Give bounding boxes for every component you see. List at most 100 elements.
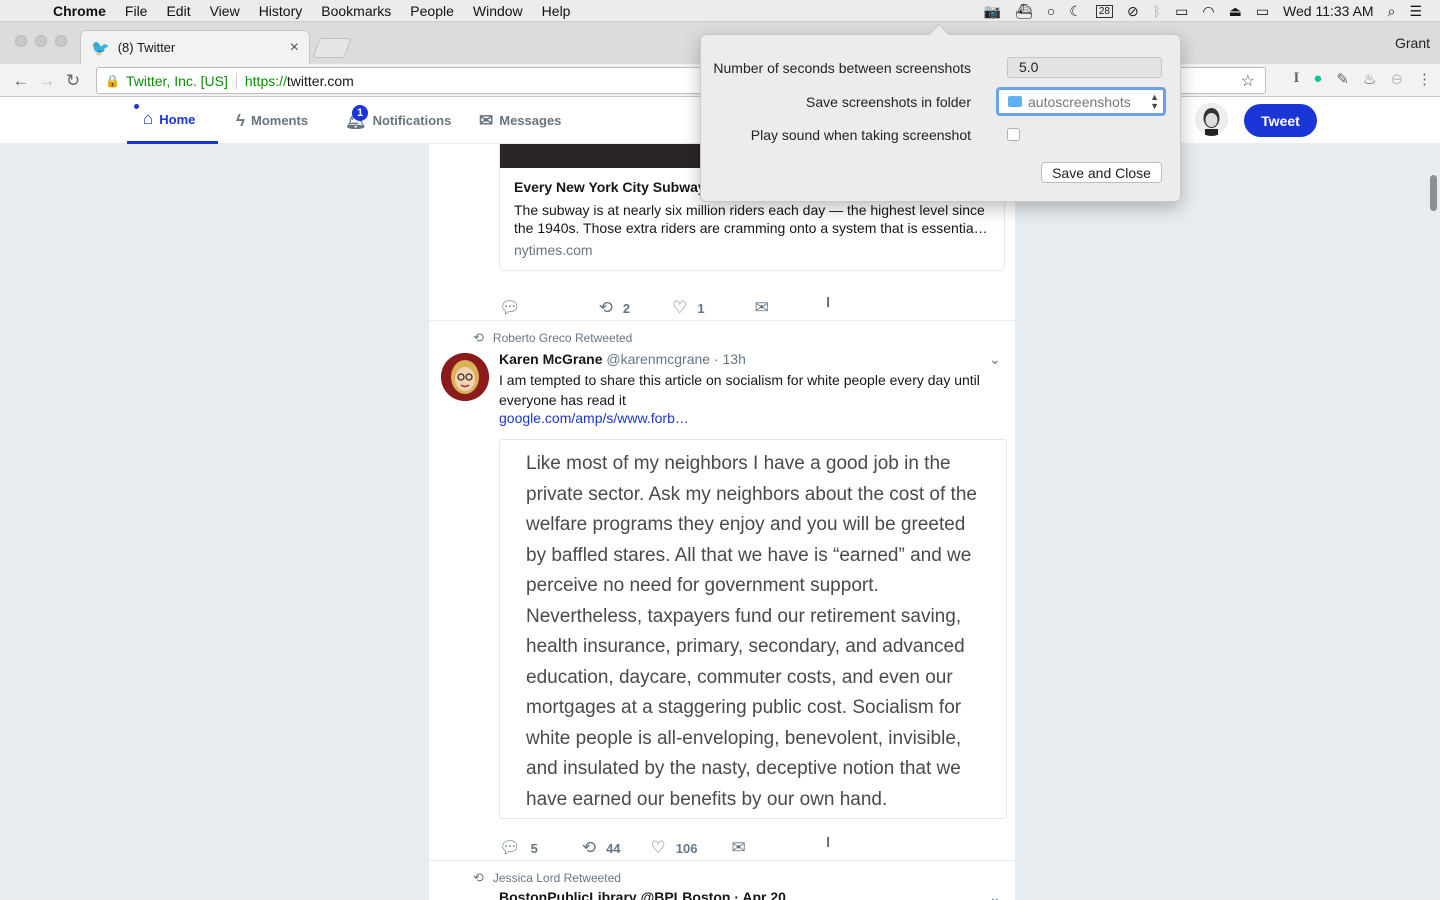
reload-icon[interactable]: ↻ (60, 71, 86, 91)
folder-value: autoscreenshots (1028, 93, 1131, 110)
quote-image[interactable]: Like most of my neighbors I have a good … (499, 439, 1007, 819)
chrome-menu-icon[interactable]: ⋮ (1417, 70, 1432, 88)
seconds-input[interactable]: 5.0 (1007, 57, 1162, 78)
reply-icon: 💬︎ (499, 298, 521, 317)
author-name[interactable]: Karen McGrane (499, 351, 602, 367)
site-identity[interactable]: Twitter, Inc. [US] (126, 72, 237, 89)
retweeted-by[interactable]: Roberto Greco Retweeted (493, 331, 632, 345)
dm-button[interactable]: ✉ (755, 298, 779, 318)
bookmark-star-icon[interactable]: ☆ (1241, 71, 1255, 91)
forward-arrow-icon[interactable]: → (34, 71, 60, 91)
wifi-icon[interactable]: ◠ (1202, 3, 1214, 20)
browser-tab-twitter[interactable]: 🐦 (8) Twitter × (80, 30, 310, 64)
retweet-button[interactable]: ⟲ 2 (599, 298, 630, 318)
clock-text[interactable]: Wed 11:33 AM (1283, 3, 1374, 19)
nav-notifications-tab[interactable]: 1 🔔︎ Notifications (345, 97, 451, 144)
menu-window[interactable]: Window (473, 3, 523, 19)
notification-center-icon[interactable]: ☰ (1409, 3, 1422, 20)
new-tab-button[interactable] (312, 38, 352, 58)
folder-select[interactable]: autoscreenshots ▲ ▼ (996, 87, 1166, 116)
nav-home-tab[interactable]: ⌂ Home (127, 97, 218, 144)
retweet-button[interactable]: ⟲ 44 (582, 838, 621, 858)
sound-checkbox[interactable] (1007, 128, 1020, 141)
chevron-down-icon[interactable]: ⌄ (989, 351, 1001, 368)
docker-icon[interactable]: ⛴ (1015, 3, 1033, 20)
tweet-time[interactable]: · 13h (714, 351, 746, 367)
moon-icon[interactable]: ☾ (1069, 3, 1082, 20)
menu-edit[interactable]: Edit (166, 3, 190, 19)
menu-history[interactable]: History (259, 3, 303, 19)
page-scrollbar[interactable] (1430, 175, 1437, 211)
twitter-bird-icon: 🐦 (91, 39, 110, 57)
menu-app-name[interactable]: Chrome (53, 3, 106, 19)
nav-notifications-label: Notifications (372, 113, 452, 128)
author-handle[interactable]: @karenmcgrane (606, 351, 710, 367)
tweet-actions: 💬︎ ⟲ 2 ♡ 1 ✉ (499, 298, 803, 318)
zoom-window-button[interactable] (55, 35, 67, 47)
airplay-icon[interactable]: ▭ (1175, 3, 1188, 20)
folder-label: Save screenshots in folder (806, 94, 971, 110)
camera-icon[interactable]: 📷 (984, 3, 1001, 20)
tweet-link[interactable]: google.com/amp/s/www.forb… (499, 410, 689, 426)
chrome-profile-name[interactable]: Grant (1395, 35, 1430, 51)
new-content-dot (134, 104, 139, 109)
menu-bookmarks[interactable]: Bookmarks (321, 3, 391, 19)
spotlight-search-icon[interactable]: ⌕ (1388, 3, 1396, 20)
circle-icon[interactable]: ○ (1047, 3, 1055, 19)
menubar-status-area: 📷 ⛴ ○ ☾ 28 ⊘ ᛒ ▭ ◠ ⏏ ▭ Wed 11:33 AM ⌕ ☰ (984, 0, 1440, 22)
divider (429, 860, 1015, 861)
like-count: 1 (697, 300, 705, 316)
menu-view[interactable]: View (210, 3, 240, 19)
bluetooth-icon[interactable]: ᛒ (1153, 3, 1161, 19)
mac-menubar: Chrome File Edit View History Bookmarks … (0, 0, 1440, 22)
eject-icon[interactable]: ⏏ (1229, 3, 1242, 20)
lightning-icon: ϟ (236, 110, 245, 130)
close-tab-icon[interactable]: × (290, 39, 299, 57)
envelope-icon: ✉ (479, 110, 494, 130)
like-button[interactable]: ♡ 106 (651, 838, 698, 858)
home-icon: ⌂ (143, 109, 154, 128)
reply-count: 5 (530, 840, 538, 856)
retweeted-by[interactable]: Jessica Lord Retweeted (493, 871, 621, 885)
tweet-button[interactable]: Tweet (1244, 104, 1317, 137)
retweet-context: ⟲ Roberto Greco Retweeted (473, 330, 632, 346)
timeline: Every New York City Subway The subway is… (428, 144, 1016, 900)
dm-button[interactable]: ✉ (732, 838, 756, 858)
extension-i-icon[interactable]: I (1293, 70, 1299, 88)
retweet-context: ⟲ Jessica Lord Retweeted (473, 870, 621, 886)
nav-moments-tab[interactable]: ϟ Moments (236, 97, 308, 144)
menu-file[interactable]: File (125, 3, 148, 19)
reply-button[interactable]: 💬︎ 5 (499, 838, 538, 858)
save-and-close-button[interactable]: Save and Close (1041, 162, 1162, 183)
back-arrow-icon[interactable]: ← (8, 71, 34, 91)
battery-icon[interactable]: ▭ (1256, 3, 1269, 20)
nav-moments-label: Moments (251, 113, 309, 128)
menu-people[interactable]: People (410, 3, 454, 19)
select-arrows-icon: ▲ ▼ (1150, 92, 1159, 111)
profile-avatar[interactable] (1195, 103, 1228, 136)
reply-icon: 💬︎ (499, 838, 521, 857)
minimize-window-button[interactable] (35, 35, 47, 47)
sync-icon[interactable]: ⊘ (1127, 3, 1139, 20)
like-button[interactable]: ♡ 1 (672, 298, 704, 318)
lock-icon[interactable]: 🔒 (105, 74, 120, 88)
extension-disabled-icon[interactable]: ⊖ (1390, 70, 1403, 88)
chevron-down-icon[interactable]: ⌄ (989, 889, 1001, 900)
nav-messages-tab[interactable]: ✉ Messages (479, 97, 561, 144)
retweet-count: 44 (606, 840, 621, 856)
tweet-header: Karen McGrane @karenmcgrane · 13h (499, 351, 746, 367)
tweet-header[interactable]: BostonPublicLibrary @BPLBoston · Apr 20 (499, 889, 786, 900)
sound-label: Play sound when taking screenshot (750, 127, 971, 143)
heart-icon: ♡ (650, 838, 666, 857)
reply-button[interactable]: 💬︎ (499, 298, 531, 318)
calendar-icon[interactable]: 28 (1095, 4, 1113, 18)
retweet-count: 2 (622, 300, 631, 316)
extension-grammarly-icon[interactable]: ● (1313, 70, 1322, 88)
quote-text: Like most of my neighbors I have a good … (526, 453, 977, 810)
extension-pin-icon[interactable]: ✎ (1336, 70, 1349, 88)
avatar[interactable] (441, 353, 489, 401)
close-window-button[interactable] (15, 35, 27, 47)
retweet-icon: ⟲ (598, 298, 613, 317)
menu-help[interactable]: Help (542, 3, 571, 19)
extension-teapot-icon[interactable]: ♨ (1363, 70, 1376, 88)
